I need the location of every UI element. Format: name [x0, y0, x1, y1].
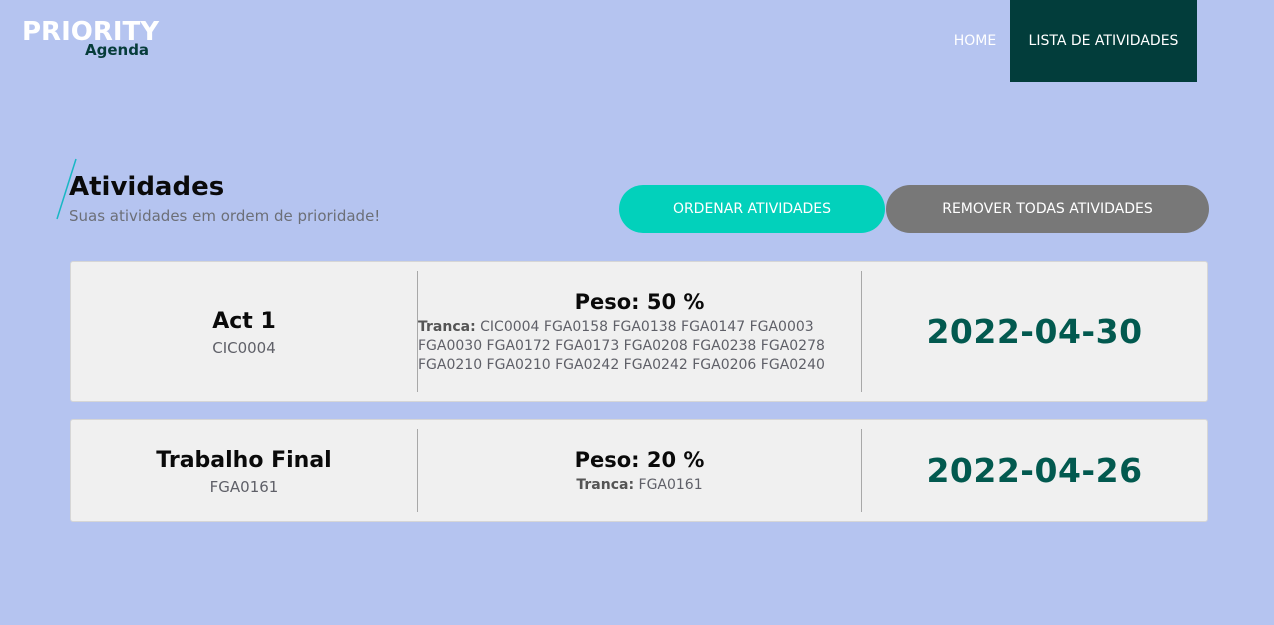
activity-weight-column: Peso: 20 % Tranca: FGA0161: [418, 420, 861, 521]
activity-tranca: Tranca: FGA0161: [418, 476, 861, 495]
top-nav: HOME LISTA DE ATIVIDADES: [0, 0, 1274, 82]
tranca-label: Tranca:: [576, 477, 635, 493]
activity-name: Trabalho Final: [156, 447, 332, 473]
activity-card[interactable]: Act 1 CIC0004 Peso: 50 % Tranca: CIC0004…: [70, 261, 1208, 402]
tranca-codes: CIC0004 FGA0158 FGA0138 FGA0147 FGA0003 …: [418, 319, 825, 373]
activity-date: 2022-04-26: [926, 451, 1143, 490]
activity-weight: Peso: 20 %: [574, 448, 705, 472]
activity-name-column: Trabalho Final FGA0161: [71, 420, 417, 521]
activity-date-column: 2022-04-30: [862, 262, 1207, 401]
activity-weight: Peso: 50 %: [574, 290, 705, 314]
activity-date-column: 2022-04-26: [862, 420, 1207, 521]
activity-weight-column: Peso: 50 % Tranca: CIC0004 FGA0158 FGA01…: [418, 262, 861, 401]
page-title: Atividades: [69, 172, 225, 202]
nav-activity-list-link[interactable]: LISTA DE ATIVIDADES: [1010, 0, 1197, 82]
tranca-label: Tranca:: [418, 319, 476, 335]
remove-all-activities-button[interactable]: REMOVER TODAS ATIVIDADES: [886, 185, 1209, 233]
activity-card[interactable]: Trabalho Final FGA0161 Peso: 20 % Tranca…: [70, 419, 1208, 522]
order-activities-button[interactable]: ORDENAR ATIVIDADES: [619, 185, 885, 233]
nav-home-link[interactable]: HOME: [940, 0, 1010, 82]
activity-tranca: Tranca: CIC0004 FGA0158 FGA0138 FGA0147 …: [418, 318, 861, 375]
page-subtitle: Suas atividades em ordem de prioridade!: [69, 207, 381, 225]
activity-name: Act 1: [212, 308, 276, 334]
activity-date: 2022-04-30: [926, 312, 1143, 351]
activity-name-column: Act 1 CIC0004: [71, 262, 417, 401]
activity-code: CIC0004: [212, 338, 276, 357]
activity-code: FGA0161: [209, 477, 279, 496]
tranca-codes: FGA0161: [638, 477, 703, 493]
